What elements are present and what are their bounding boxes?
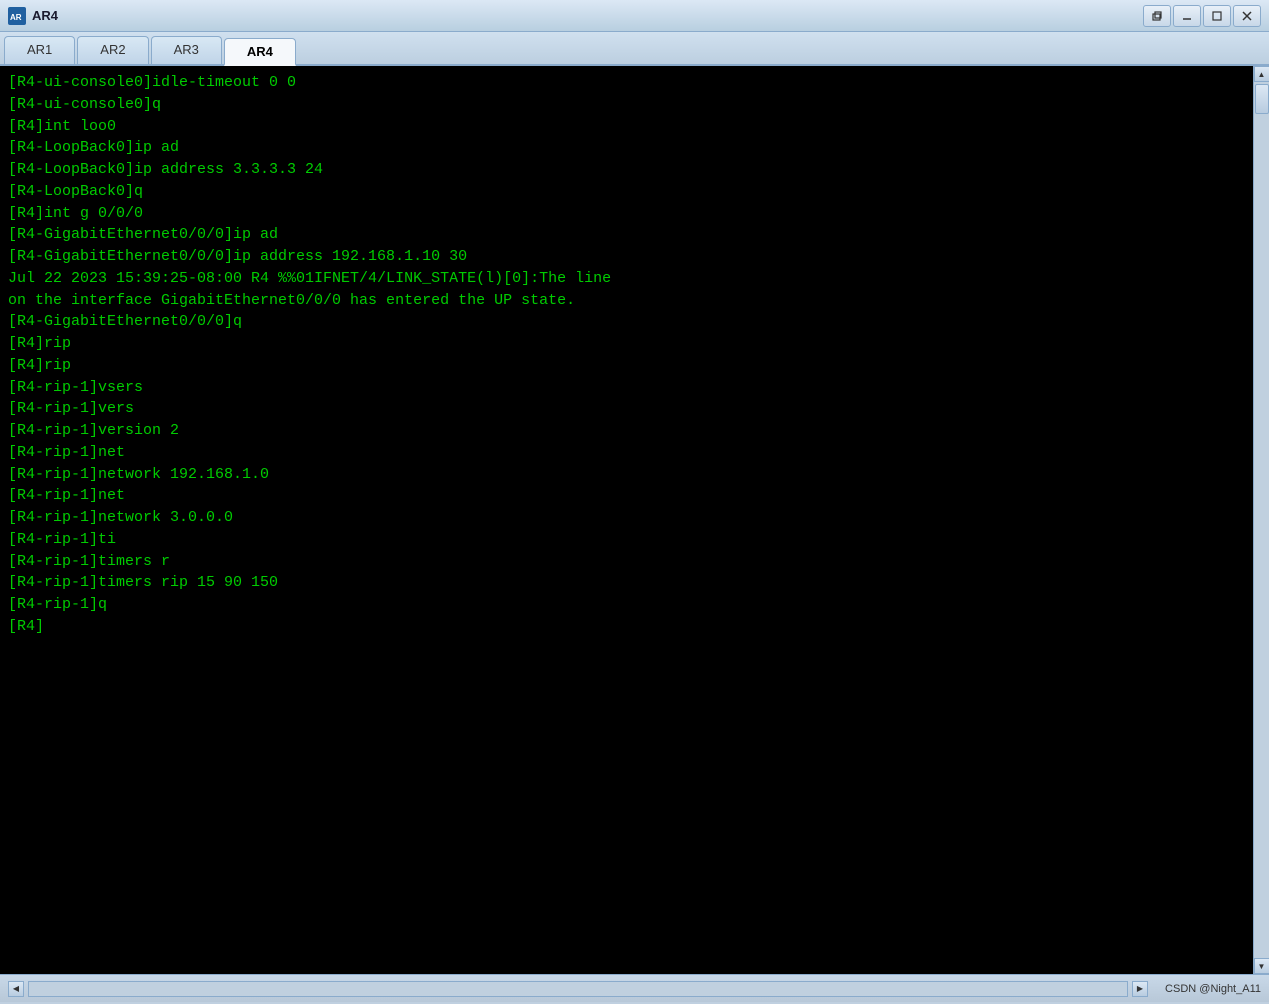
title-bar-left: AR AR4 [8, 7, 58, 25]
tab-bar: AR1 AR2 AR3 AR4 [0, 32, 1269, 66]
scroll-thumb[interactable] [1255, 84, 1269, 114]
scroll-left-button[interactable]: ◀ [8, 981, 24, 997]
terminal-line: [R4-GigabitEthernet0/0/0]ip address 192.… [8, 246, 1245, 268]
terminal-line: [R4]rip [8, 355, 1245, 377]
terminal-line: [R4-rip-1]net [8, 485, 1245, 507]
title-bar: AR AR4 [0, 0, 1269, 32]
terminal-line: [R4-rip-1]vsers [8, 377, 1245, 399]
terminal-line: [R4-rip-1]vers [8, 398, 1245, 420]
vertical-scrollbar[interactable]: ▲ ▼ [1253, 66, 1269, 974]
terminal-line: [R4-ui-console0]idle-timeout 0 0 [8, 72, 1245, 94]
terminal-output[interactable]: [R4-ui-console0]idle-timeout 0 0[R4-ui-c… [0, 66, 1253, 974]
minimize-button[interactable] [1173, 5, 1201, 27]
terminal-line: [R4-LoopBack0]ip ad [8, 137, 1245, 159]
terminal-line: Jul 22 2023 15:39:25-08:00 R4 %%01IFNET/… [8, 268, 1245, 290]
status-bar: ◀ ▶ CSDN @Night_A11 [0, 974, 1269, 1002]
close-button[interactable] [1233, 5, 1261, 27]
terminal-line: [R4-rip-1]ti [8, 529, 1245, 551]
horizontal-scroll-area: ◀ ▶ [8, 981, 1148, 997]
maximize-icon [1212, 11, 1222, 21]
terminal-wrapper: [R4-ui-console0]idle-timeout 0 0[R4-ui-c… [0, 66, 1269, 974]
watermark: CSDN @Night_A11 [1165, 983, 1261, 995]
maximize-button[interactable] [1203, 5, 1231, 27]
tab-ar2[interactable]: AR2 [77, 36, 148, 64]
tab-ar4[interactable]: AR4 [224, 38, 296, 66]
terminal-line: [R4]rip [8, 333, 1245, 355]
terminal-line: [R4]int g 0/0/0 [8, 203, 1245, 225]
terminal-line: [R4-rip-1]version 2 [8, 420, 1245, 442]
scroll-h-track[interactable] [28, 981, 1128, 997]
terminal-line: [R4-LoopBack0]ip address 3.3.3.3 24 [8, 159, 1245, 181]
scroll-right-button[interactable]: ▶ [1132, 981, 1148, 997]
terminal-line: [R4-rip-1]network 192.168.1.0 [8, 464, 1245, 486]
scroll-down-button[interactable]: ▼ [1254, 958, 1269, 974]
tab-ar1[interactable]: AR1 [4, 36, 75, 64]
svg-text:AR: AR [10, 13, 22, 22]
restore-icon [1152, 11, 1162, 21]
terminal-line: [R4] [8, 616, 1245, 638]
terminal-line: [R4-ui-console0]q [8, 94, 1245, 116]
terminal-line: [R4-rip-1]timers r [8, 551, 1245, 573]
close-icon [1242, 11, 1252, 21]
minimize-icon [1182, 11, 1192, 21]
window-title: AR4 [32, 8, 58, 23]
terminal-line: [R4-rip-1]timers rip 15 90 150 [8, 572, 1245, 594]
terminal-line: on the interface GigabitEthernet0/0/0 ha… [8, 290, 1245, 312]
terminal-line: [R4]int loo0 [8, 116, 1245, 138]
window-controls [1143, 5, 1261, 27]
scroll-track[interactable] [1254, 82, 1269, 958]
scroll-up-button[interactable]: ▲ [1254, 66, 1269, 82]
terminal-line: [R4-rip-1]net [8, 442, 1245, 464]
restore-button[interactable] [1143, 5, 1171, 27]
app-icon: AR [8, 7, 26, 25]
terminal-line: [R4-GigabitEthernet0/0/0]ip ad [8, 224, 1245, 246]
tab-ar3[interactable]: AR3 [151, 36, 222, 64]
terminal-line: [R4-rip-1]q [8, 594, 1245, 616]
terminal-line: [R4-LoopBack0]q [8, 181, 1245, 203]
terminal-line: [R4-GigabitEthernet0/0/0]q [8, 311, 1245, 333]
terminal-line: [R4-rip-1]network 3.0.0.0 [8, 507, 1245, 529]
